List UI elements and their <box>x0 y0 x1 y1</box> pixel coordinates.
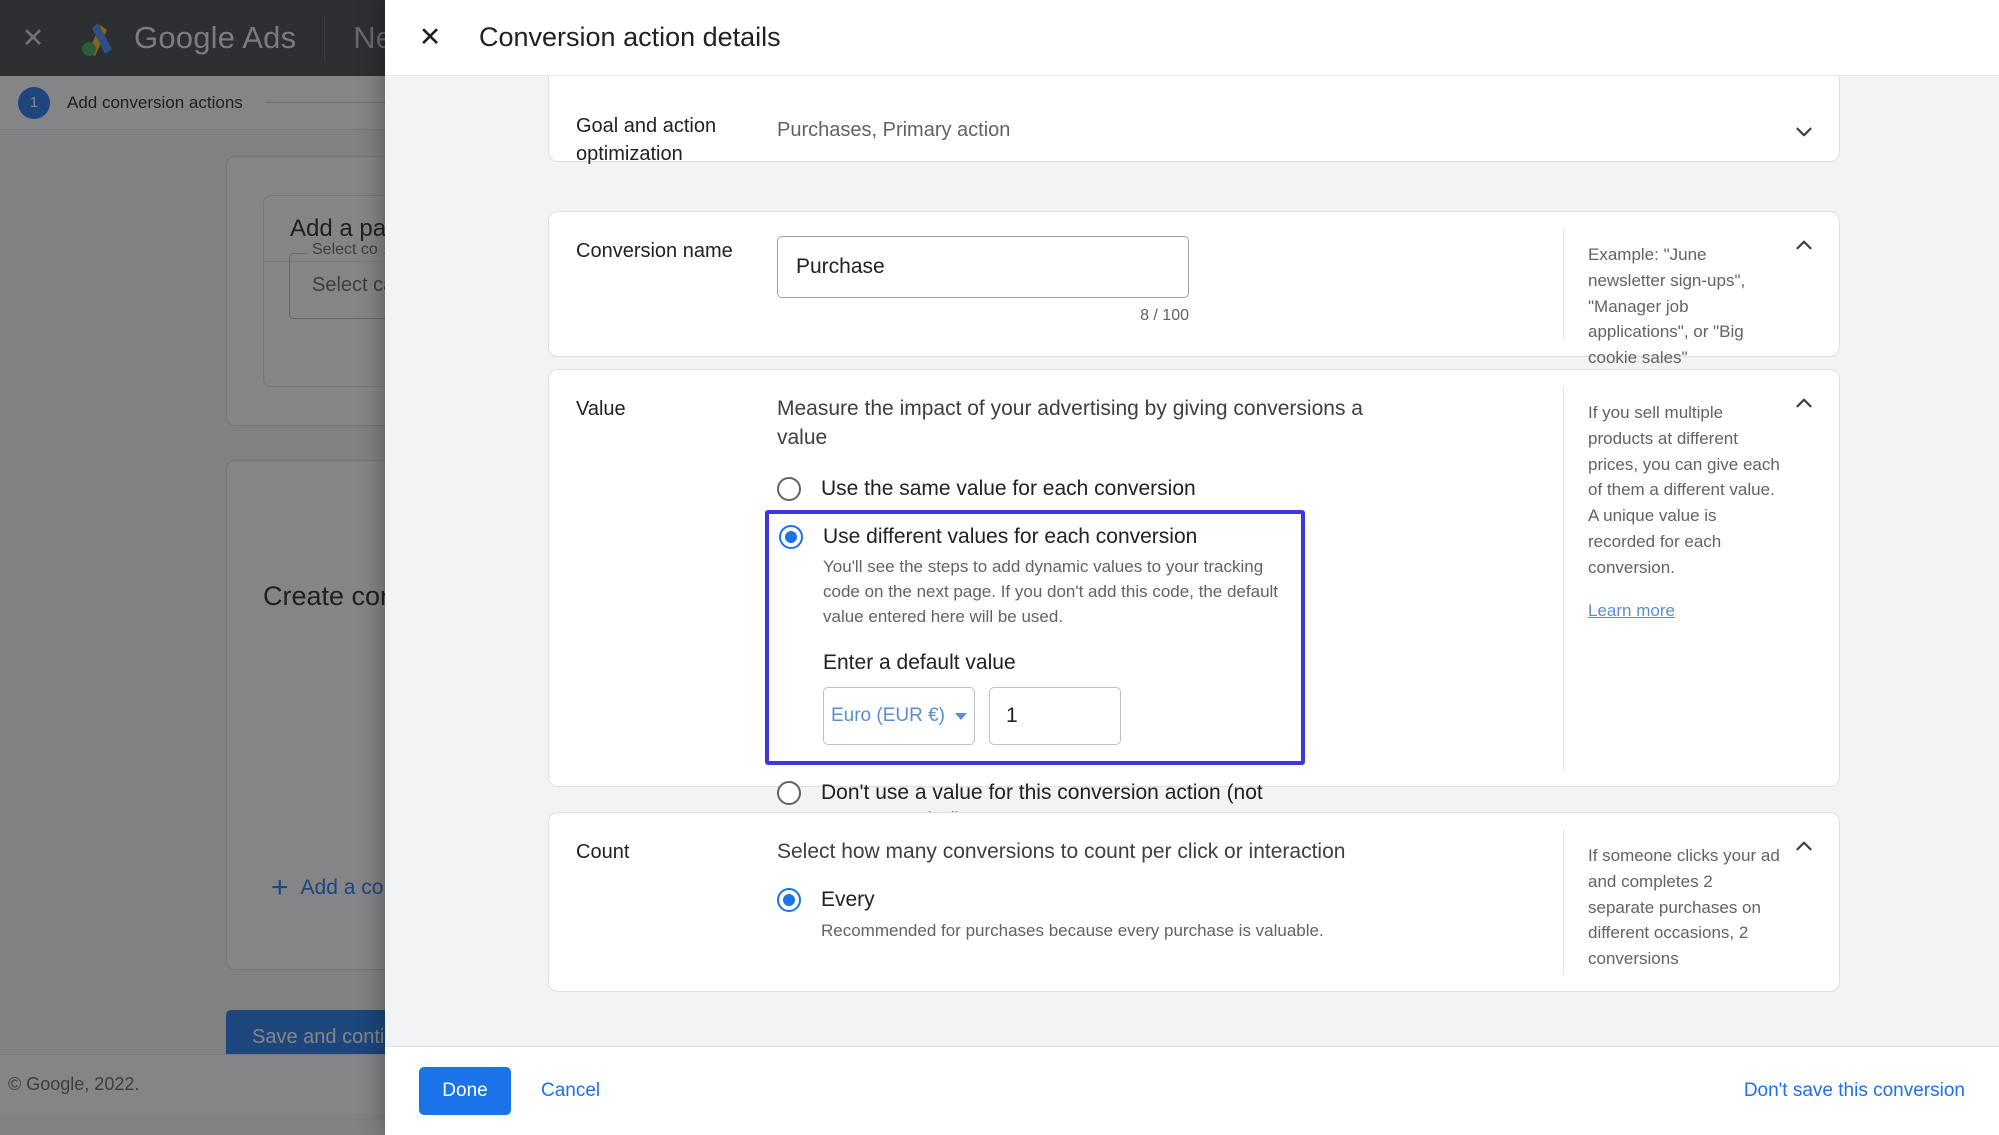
dialog-footer: Done Cancel Don't save this conversion <box>385 1046 1999 1135</box>
dialog-title: Conversion action details <box>479 22 781 52</box>
value-option-different-label: Use different values for each conversion <box>823 525 1198 549</box>
value-section-aside: If you sell multiple products at differe… <box>1563 386 1839 770</box>
value-section-description: Measure the impact of your advertising b… <box>777 397 1363 450</box>
default-value-row: Euro (EUR €) <box>823 687 1291 746</box>
conversion-name-label: Conversion name <box>576 240 733 262</box>
value-radio-group: Use the same value for each conversion U… <box>765 475 1557 834</box>
currency-select-value: Euro (EUR €) <box>830 705 946 727</box>
chevron-up-icon[interactable] <box>1789 831 1819 861</box>
radio-icon-selected[interactable] <box>777 888 801 913</box>
value-help-text: If you sell multiple products at differe… <box>1588 403 1780 577</box>
learn-more-link[interactable]: Learn more <box>1588 601 1675 621</box>
count-help-text: If someone clicks your ad and completes … <box>1588 846 1780 969</box>
default-value-label: Enter a default value <box>823 651 1016 675</box>
conversion-action-details-dialog: ✕ Conversion action details Goal and act… <box>385 0 1999 1135</box>
radio-icon[interactable] <box>777 476 801 501</box>
goal-section-label: Goal and action optimization <box>576 115 717 165</box>
section-card-goal: Goal and action optimization Purchases, … <box>548 76 1840 165</box>
cancel-button[interactable]: Cancel <box>541 1080 600 1102</box>
close-icon[interactable]: ✕ <box>413 21 447 55</box>
conversion-name-counter: 8 / 100 <box>1140 307 1189 324</box>
section-card-conversion-name: Conversion name 8 / 100 Example: "June n… <box>548 211 1840 367</box>
dialog-header: ✕ Conversion action details <box>385 0 1999 76</box>
section-card-value: Value Measure the impact of your adverti… <box>548 369 1840 832</box>
section-card-count: Count Select how many conversions to cou… <box>548 812 1840 992</box>
dont-save-this-conversion-button[interactable]: Don't save this conversion <box>1744 1080 1965 1102</box>
value-option-different[interactable]: Use different values for each conversion… <box>779 523 1291 629</box>
radio-icon-selected[interactable] <box>779 525 803 550</box>
value-option-different-sub: You'll see the steps to add dynamic valu… <box>823 557 1279 626</box>
done-button[interactable]: Done <box>419 1067 511 1115</box>
default-value-input[interactable] <box>989 687 1121 746</box>
count-section-description: Select how many conversions to count per… <box>777 840 1346 863</box>
currency-select[interactable]: Euro (EUR €) <box>823 687 975 746</box>
dialog-body[interactable]: Goal and action optimization Purchases, … <box>385 76 1999 1046</box>
value-option-different-highlight: Use different values for each conversion… <box>765 510 1305 766</box>
caret-down-icon <box>955 712 968 720</box>
count-option-every[interactable]: Every Recommended for purchases because … <box>777 886 1557 943</box>
value-option-same[interactable]: Use the same value for each conversion <box>777 475 1557 502</box>
count-radio-group: Every Recommended for purchases because … <box>777 886 1557 943</box>
chevron-down-icon[interactable] <box>1789 117 1819 147</box>
chevron-up-icon[interactable] <box>1789 230 1819 260</box>
goal-section-value: Purchases, Primary action <box>777 119 1011 141</box>
radio-icon[interactable] <box>777 781 801 806</box>
count-option-every-sub: Recommended for purchases because every … <box>821 920 1324 940</box>
count-option-every-label: Every <box>821 888 875 912</box>
count-section-label: Count <box>576 841 630 863</box>
value-section-label: Value <box>576 398 626 420</box>
conversion-name-input[interactable] <box>777 236 1189 298</box>
conversion-name-help-text: Example: "June newsletter sign-ups", "Ma… <box>1588 245 1746 368</box>
chevron-up-icon[interactable] <box>1789 388 1819 418</box>
value-option-same-label: Use the same value for each conversion <box>821 476 1196 500</box>
